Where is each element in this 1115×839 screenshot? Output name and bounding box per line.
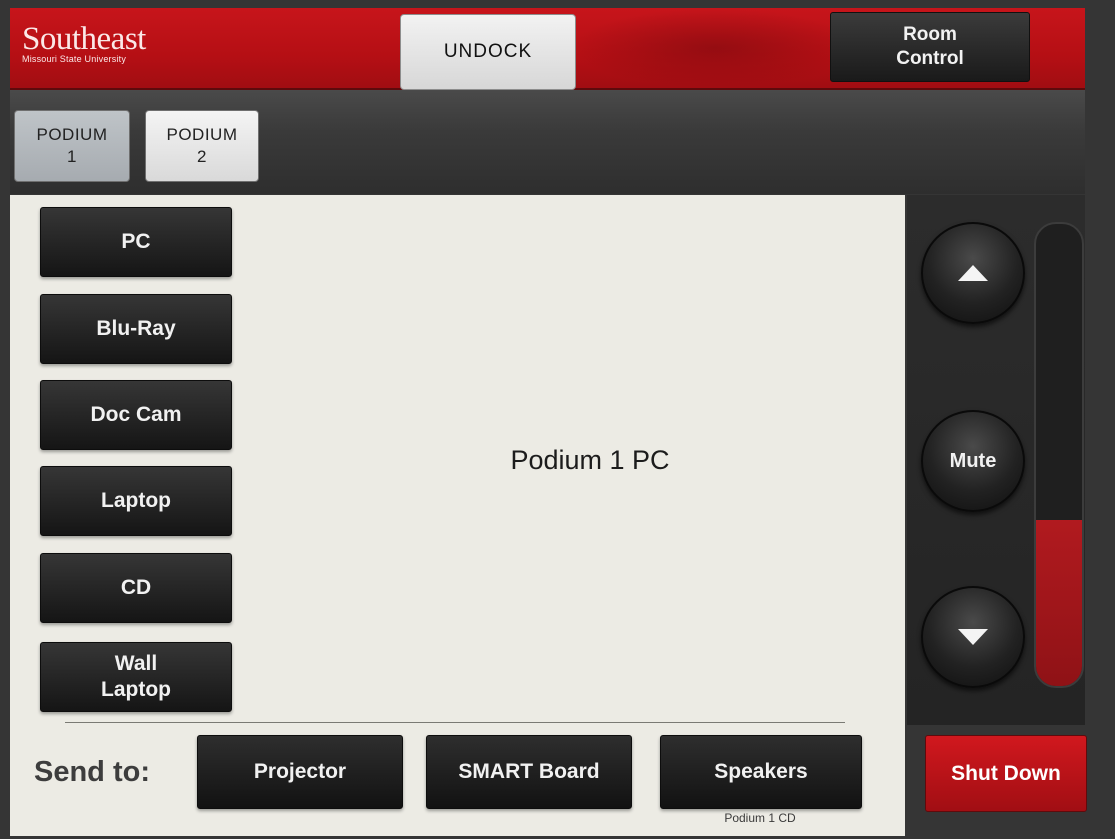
tab-podium-2-label: PODIUM 2 [166, 125, 238, 166]
room-control-label: Room Control [896, 24, 964, 69]
logo-name: Southeast [22, 21, 146, 57]
source-pc-button[interactable]: PC [40, 207, 232, 277]
volume-meter [1034, 222, 1084, 688]
source-laptop-button[interactable]: Laptop [40, 466, 232, 536]
volume-up-icon [956, 263, 990, 283]
projector-button[interactable]: Projector [197, 735, 403, 809]
volume-level-fill [1036, 519, 1082, 686]
undock-button[interactable]: UNDOCK [400, 14, 576, 90]
speakers-button[interactable]: Speakers [660, 735, 862, 809]
source-doccam-button[interactable]: Doc Cam [40, 380, 232, 450]
send-to-divider [65, 722, 845, 723]
mute-button[interactable]: Mute [921, 410, 1025, 512]
volume-down-button[interactable] [921, 586, 1025, 688]
source-bluray-button[interactable]: Blu-Ray [40, 294, 232, 364]
volume-up-button[interactable] [921, 222, 1025, 324]
source-cd-button[interactable]: CD [40, 553, 232, 623]
room-control-button[interactable]: Room Control [830, 12, 1030, 82]
tab-podium-2[interactable]: PODIUM 2 [145, 110, 259, 182]
volume-down-icon [956, 627, 990, 647]
smart-board-button[interactable]: SMART Board [426, 735, 632, 809]
send-to-label: Send to: [34, 756, 150, 788]
tab-podium-1[interactable]: PODIUM 1 [14, 110, 130, 182]
source-wall-laptop-label: Wall Laptop [101, 652, 171, 701]
mute-label: Mute [949, 449, 997, 472]
current-source-label: Podium 1 PC [510, 445, 670, 475]
touch-panel-screen: Southeast Missouri State University UNDO… [0, 0, 1115, 839]
header-texture [570, 8, 860, 88]
speakers-status: Podium 1 CD [724, 811, 796, 825]
source-wall-laptop-button[interactable]: Wall Laptop [40, 642, 232, 712]
tab-podium-1-label: PODIUM 1 [36, 125, 108, 166]
shut-down-button[interactable]: Shut Down [925, 735, 1087, 812]
university-logo: Southeast Missouri State University [22, 21, 146, 65]
